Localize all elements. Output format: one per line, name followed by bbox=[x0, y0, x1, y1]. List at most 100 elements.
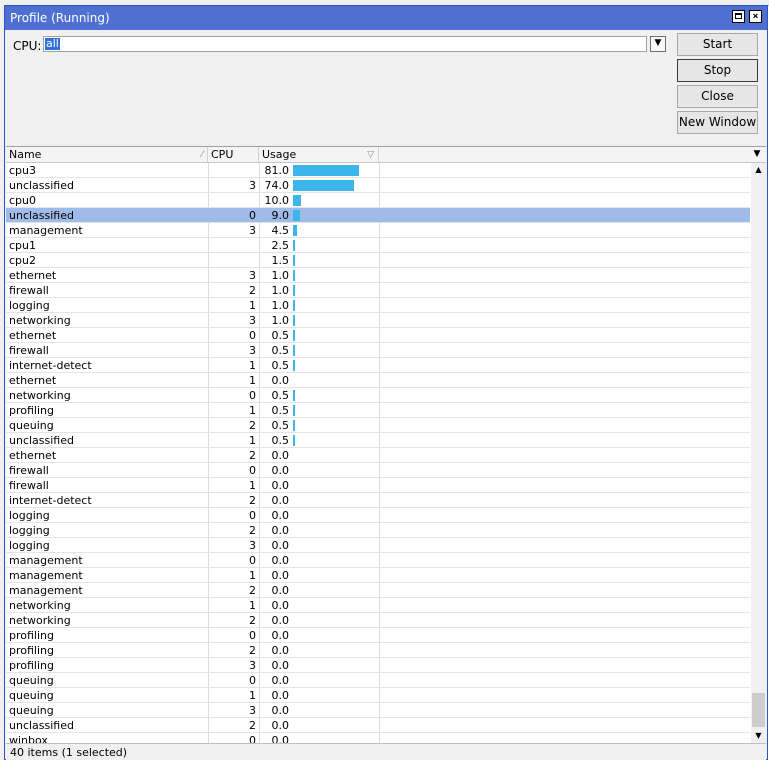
status-text: 40 items (1 selected) bbox=[10, 746, 128, 759]
usage-bar bbox=[293, 360, 295, 371]
table-row[interactable]: queuing 1 0.0 bbox=[6, 688, 750, 703]
row-cpu: 1 bbox=[249, 359, 256, 372]
usage-bar bbox=[293, 255, 295, 266]
table-row[interactable]: queuing 0 0.0 bbox=[6, 673, 750, 688]
row-cpu: 1 bbox=[249, 569, 256, 582]
vertical-scrollbar[interactable]: ▲ ▼ bbox=[751, 163, 766, 743]
row-cpu: 0 bbox=[249, 629, 256, 642]
row-cpu: 1 bbox=[249, 434, 256, 447]
row-usage: 0.5 bbox=[271, 419, 290, 432]
table-row[interactable]: queuing 3 0.0 bbox=[6, 703, 750, 718]
chevron-down-icon[interactable]: ▼ bbox=[650, 36, 666, 52]
row-cpu: 3 bbox=[249, 179, 256, 192]
close-icon[interactable]: × bbox=[749, 10, 762, 23]
table-row[interactable]: logging 2 0.0 bbox=[6, 523, 750, 538]
stop-button[interactable]: Stop bbox=[677, 59, 758, 82]
row-cpu: 3 bbox=[249, 344, 256, 357]
table-row[interactable]: management 3 4.5 bbox=[6, 223, 750, 238]
row-cpu: 0 bbox=[249, 464, 256, 477]
scroll-down-icon[interactable]: ▼ bbox=[751, 729, 766, 743]
row-usage: 0.5 bbox=[271, 329, 290, 342]
table-row[interactable]: cpu1 2.5 bbox=[6, 238, 750, 253]
table-row[interactable]: unclassified 0 9.0 bbox=[6, 208, 750, 223]
scroll-thumb[interactable] bbox=[752, 693, 765, 727]
table-row[interactable]: management 0 0.0 bbox=[6, 553, 750, 568]
table-row[interactable]: firewall 2 1.0 bbox=[6, 283, 750, 298]
table-row[interactable]: unclassified 3 74.0 bbox=[6, 178, 750, 193]
table-row[interactable]: profiling 3 0.0 bbox=[6, 658, 750, 673]
row-usage: 0.0 bbox=[271, 569, 290, 582]
start-button[interactable]: Start bbox=[677, 33, 758, 56]
table-body: cpu3 81.0 unclassified 3 74.0 cpu0 10.0 unclass… bbox=[6, 163, 750, 743]
table-row[interactable]: logging 1 1.0 bbox=[6, 298, 750, 313]
table-row[interactable]: cpu3 81.0 bbox=[6, 163, 750, 178]
table-row[interactable]: networking 0 0.5 bbox=[6, 388, 750, 403]
table-row[interactable]: networking 1 0.0 bbox=[6, 598, 750, 613]
table-row[interactable]: queuing 2 0.5 bbox=[6, 418, 750, 433]
row-name: firewall bbox=[9, 479, 49, 492]
close-button[interactable]: Close bbox=[677, 85, 758, 108]
table-row[interactable]: firewall 1 0.0 bbox=[6, 478, 750, 493]
title-bar[interactable]: Profile (Running) × bbox=[5, 6, 767, 30]
table-row[interactable]: profiling 1 0.5 bbox=[6, 403, 750, 418]
table-row[interactable]: networking 3 1.0 bbox=[6, 313, 750, 328]
row-name: cpu3 bbox=[9, 164, 37, 177]
row-usage: 0.0 bbox=[271, 689, 290, 702]
table-row[interactable]: winbox 0 0.0 bbox=[6, 733, 750, 743]
row-name: firewall bbox=[9, 344, 49, 357]
row-usage: 0.0 bbox=[271, 374, 290, 387]
table-row[interactable]: profiling 2 0.0 bbox=[6, 643, 750, 658]
row-usage: 9.0 bbox=[271, 209, 290, 222]
table-row[interactable]: unclassified 1 0.5 bbox=[6, 433, 750, 448]
table-row[interactable]: logging 3 0.0 bbox=[6, 538, 750, 553]
table-row[interactable]: ethernet 3 1.0 bbox=[6, 268, 750, 283]
row-cpu: 3 bbox=[249, 659, 256, 672]
row-name: internet-detect bbox=[9, 359, 92, 372]
table-row[interactable]: management 2 0.0 bbox=[6, 583, 750, 598]
table-row[interactable]: profiling 0 0.0 bbox=[6, 628, 750, 643]
table-row[interactable]: logging 0 0.0 bbox=[6, 508, 750, 523]
cpu-select[interactable]: all bbox=[43, 36, 647, 52]
row-name: profiling bbox=[9, 644, 54, 657]
row-cpu: 2 bbox=[249, 449, 256, 462]
table-row[interactable]: ethernet 2 0.0 bbox=[6, 448, 750, 463]
table-row[interactable]: cpu0 10.0 bbox=[6, 193, 750, 208]
row-usage: 0.0 bbox=[271, 644, 290, 657]
column-header-name[interactable]: Name ⁄ bbox=[6, 147, 208, 162]
column-header-usage[interactable]: Usage ▽ bbox=[259, 147, 379, 162]
usage-bar bbox=[293, 195, 301, 206]
maximize-icon[interactable] bbox=[732, 10, 745, 23]
table-row[interactable]: firewall 3 0.5 bbox=[6, 343, 750, 358]
table-row[interactable]: management 1 0.0 bbox=[6, 568, 750, 583]
row-usage: 0.0 bbox=[271, 524, 290, 537]
row-usage: 0.5 bbox=[271, 434, 290, 447]
table-row[interactable]: cpu2 1.5 bbox=[6, 253, 750, 268]
usage-bar bbox=[293, 390, 295, 401]
row-usage: 0.5 bbox=[271, 344, 290, 357]
usage-bar bbox=[293, 240, 295, 251]
row-cpu: 2 bbox=[249, 644, 256, 657]
table-row[interactable]: ethernet 1 0.0 bbox=[6, 373, 750, 388]
row-name: unclassified bbox=[9, 434, 74, 447]
row-cpu: 1 bbox=[249, 374, 256, 387]
row-cpu: 2 bbox=[249, 419, 256, 432]
row-cpu: 2 bbox=[249, 719, 256, 732]
window-title: Profile (Running) bbox=[10, 11, 110, 25]
row-cpu: 0 bbox=[249, 734, 256, 743]
chevron-down-icon[interactable]: ▼ bbox=[750, 148, 764, 161]
row-usage: 0.0 bbox=[271, 629, 290, 642]
table-row[interactable]: internet-detect 2 0.0 bbox=[6, 493, 750, 508]
row-cpu: 0 bbox=[249, 329, 256, 342]
table-row[interactable]: ethernet 0 0.5 bbox=[6, 328, 750, 343]
row-cpu: 3 bbox=[249, 314, 256, 327]
table-row[interactable]: networking 2 0.0 bbox=[6, 613, 750, 628]
row-usage: 0.0 bbox=[271, 464, 290, 477]
table-row[interactable]: unclassified 2 0.0 bbox=[6, 718, 750, 733]
scroll-up-icon[interactable]: ▲ bbox=[751, 163, 766, 177]
table-row[interactable]: firewall 0 0.0 bbox=[6, 463, 750, 478]
column-header-cpu[interactable]: CPU bbox=[208, 147, 259, 162]
row-cpu: 1 bbox=[249, 299, 256, 312]
usage-bar bbox=[293, 165, 359, 176]
new-window-button[interactable]: New Window bbox=[677, 111, 758, 134]
table-row[interactable]: internet-detect 1 0.5 bbox=[6, 358, 750, 373]
